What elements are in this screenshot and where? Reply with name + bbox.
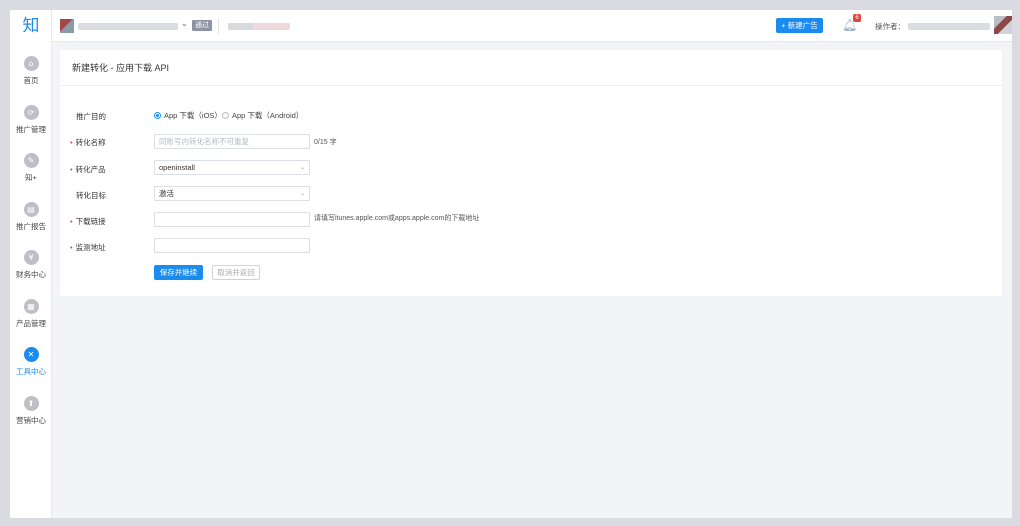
sidebar-item-label: 推广报告	[16, 222, 46, 231]
account-avatar	[60, 19, 74, 33]
sidebar-item-product[interactable]: ▦ 产品管理	[10, 299, 52, 337]
required-marker: •	[70, 138, 73, 147]
app-window: 知 ⌂ 首页 ⟳ 推广管理 ✎ 知+ ▤ 推广报告 ¥ 财务中心 ▦ 产品管理 …	[10, 10, 1012, 518]
sidebar-item-label: 工具中心	[16, 367, 46, 376]
conversion-target-label: 转化目标	[76, 191, 106, 200]
chevron-down-icon[interactable]: ⌄	[181, 19, 188, 28]
conversion-target-select[interactable]: 激活 ⌄	[154, 186, 310, 201]
chevron-down-icon: ⌄	[299, 164, 305, 171]
save-continue-button[interactable]: 保存并继续	[154, 265, 203, 280]
sidebar-item-label: 推广管理	[16, 125, 46, 134]
new-ad-button[interactable]: + 新建广告	[776, 18, 823, 33]
radio-android[interactable]: App 下载（Android）	[222, 110, 303, 121]
purpose-label: 推广目的	[76, 112, 106, 121]
monitor-url-input[interactable]	[154, 238, 310, 253]
radio-ios[interactable]: App 下载（iOS）	[154, 110, 222, 121]
account-id-redacted	[228, 23, 290, 30]
sidebar-item-home[interactable]: ⌂ 首页	[10, 56, 52, 94]
monitor-url-label: • 监测地址	[70, 243, 106, 252]
marketing-icon: ⬆	[23, 396, 39, 411]
zhiplus-icon: ✎	[23, 153, 39, 168]
header-divider	[218, 18, 219, 34]
sidebar-item-finance[interactable]: ¥ 财务中心	[10, 250, 52, 288]
download-link-label: • 下载链接	[70, 217, 106, 226]
notification-count-badge: 6	[853, 14, 861, 22]
chevron-down-icon: ⌄	[299, 190, 305, 197]
sidebar-item-label: 产品管理	[16, 319, 46, 328]
sidebar-item-tools[interactable]: ✕ 工具中心	[10, 347, 52, 385]
name-char-counter: 0/15 字	[314, 139, 337, 146]
zhihu-logo[interactable]: 知	[10, 12, 52, 40]
home-icon: ⌂	[23, 56, 39, 71]
sidebar-item-marketing[interactable]: ⬆ 营销中心	[10, 396, 52, 434]
conversion-product-label: • 转化产品	[70, 165, 106, 174]
cancel-return-button[interactable]: 取消并返回	[212, 265, 260, 280]
page-title: 新建转化 - 应用下载 API	[72, 63, 170, 73]
required-marker: •	[70, 165, 73, 174]
operator-label: 操作者：	[875, 22, 905, 31]
radio-dot-checked[interactable]	[154, 112, 161, 119]
product-icon: ▦	[23, 299, 39, 314]
account-status-badge: 通过	[192, 20, 212, 31]
tools-icon: ✕	[23, 347, 39, 362]
select-value: 激活	[159, 189, 174, 198]
new-conversion-panel: 新建转化 - 应用下载 API 推广目的 App 下载（iOS） App 下载（…	[60, 50, 1002, 296]
conversion-name-label: • 转化名称	[70, 138, 106, 147]
sidebar-item-label: 知+	[25, 173, 37, 182]
download-link-hint: 请填写itunes.apple.com或apps.apple.com的下载地址	[314, 215, 480, 222]
sidebar-item-label: 营销中心	[16, 416, 46, 425]
sidebar-item-label: 财务中心	[16, 270, 46, 279]
sidebar-item-promotion[interactable]: ⟳ 推广管理	[10, 105, 52, 143]
top-bar: ⌄ 通过 + 新建广告 🔔︎ 6 操作者：	[52, 10, 1012, 42]
conversion-name-input[interactable]	[154, 134, 310, 149]
finance-icon: ¥	[23, 250, 39, 265]
radio-dot[interactable]	[222, 112, 229, 119]
select-value: openinstall	[159, 163, 195, 172]
required-marker: •	[70, 243, 73, 252]
download-link-input[interactable]	[154, 212, 310, 227]
sidebar: 知 ⌂ 首页 ⟳ 推广管理 ✎ 知+ ▤ 推广报告 ¥ 财务中心 ▦ 产品管理 …	[10, 10, 52, 518]
required-marker: •	[70, 217, 73, 226]
conversion-product-select[interactable]: openinstall ⌄	[154, 160, 310, 175]
account-name-redacted[interactable]	[78, 23, 178, 30]
sidebar-item-report[interactable]: ▤ 推广报告	[10, 202, 52, 240]
title-divider	[60, 85, 1002, 86]
sidebar-item-zhiplus[interactable]: ✎ 知+	[10, 153, 52, 191]
promotion-icon: ⟳	[23, 105, 39, 120]
user-avatar[interactable]	[994, 16, 1012, 34]
operator-name-redacted	[908, 23, 990, 30]
report-icon: ▤	[23, 202, 39, 217]
sidebar-item-label: 首页	[23, 76, 39, 85]
